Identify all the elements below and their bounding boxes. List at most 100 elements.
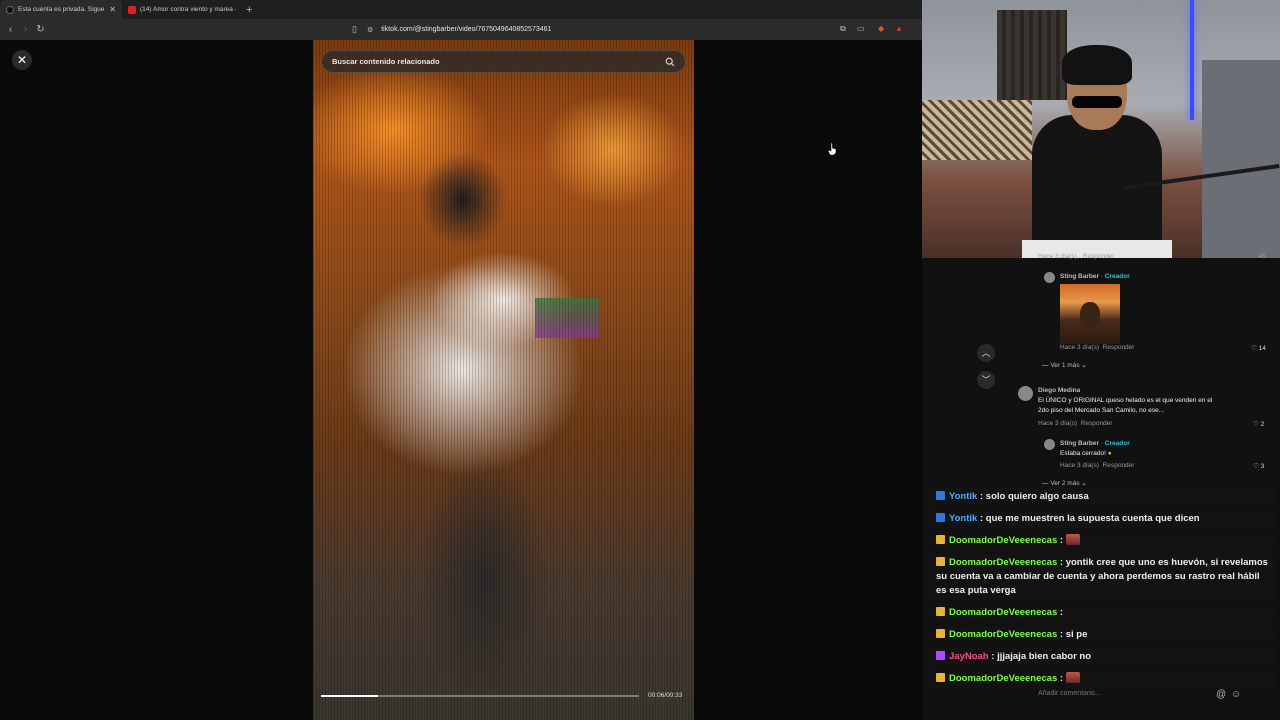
tab-youtube[interactable]: (14) Amor contra viento y marea - Tr <box>122 0 242 19</box>
chat-username[interactable]: DoomadorDeVeeenecas <box>949 673 1057 684</box>
like-count[interactable]: ♡ 2 <box>1253 420 1264 428</box>
comment-meta: Hace 3 día(s) · Responder <box>1038 253 1115 260</box>
chat-separator: : <box>1057 535 1066 546</box>
chevron-down-icon[interactable]: ﹀ <box>977 371 995 389</box>
like-count[interactable]: ♡ 3 <box>1253 462 1264 470</box>
tiktok-viewer: ✕ Buscar contenido relacionado 00:06/00:… <box>0 40 922 720</box>
view-more-replies[interactable]: — Ver 2 más ⌄ <box>1042 479 1087 487</box>
related-search-input[interactable]: Buscar contenido relacionado <box>321 50 686 73</box>
comment-input-bar[interactable]: Añadir comentario... @ ☺ <box>922 688 1280 704</box>
search-icon[interactable] <box>665 57 675 67</box>
reply-meta: Hace 3 día(s) Responder <box>1060 462 1135 469</box>
chat-badge-icon <box>936 535 945 544</box>
brave-rewards-icon[interactable]: ▲ <box>895 24 903 33</box>
site-info-icon[interactable]: ⚙ <box>367 26 373 34</box>
chat-username[interactable]: DoomadorDeVeeenecas <box>949 607 1057 618</box>
chat-separator: : <box>1057 607 1064 618</box>
video-time: 00:06/00:33 <box>648 692 683 699</box>
reply-button[interactable]: Responder <box>1103 344 1135 351</box>
translate-icon[interactable]: ⧉ <box>840 24 846 34</box>
chat-message: DoomadorDeVeeenecas : <box>930 670 1276 688</box>
chat-text: que me muestren la supuesta cuenta que d… <box>985 513 1200 524</box>
chat-username[interactable]: JayNoah <box>949 651 989 662</box>
webcam-feed <box>922 0 1280 258</box>
chat-message: DoomadorDeVeeenecas : <box>930 532 1276 550</box>
chat-badge-icon <box>936 607 945 616</box>
reply-meta: Hace 3 día(s) Responder <box>1060 344 1135 351</box>
search-placeholder: Buscar contenido relacionado <box>332 57 440 66</box>
like-count[interactable]: 46 <box>1258 253 1265 260</box>
youtube-favicon-icon <box>128 5 136 14</box>
reply-sting-barber: Sting Barber · Creador <box>1060 273 1130 280</box>
chat-badge-icon <box>936 673 945 682</box>
screen: Esta cuenta es privada. Sigue ✕ (14) Amo… <box>0 0 1280 720</box>
chat-badge-icon <box>936 629 945 638</box>
cast-icon[interactable]: ▭ <box>857 24 865 33</box>
browser-tab-bar: Esta cuenta es privada. Sigue ✕ (14) Amo… <box>0 0 922 19</box>
forward-icon[interactable]: › <box>18 24 33 35</box>
stream-chat: Yontik : solo quiero algo causa Yontik : … <box>930 488 1276 692</box>
chat-message: Yontik : solo quiero algo causa <box>930 488 1276 506</box>
chevron-up-icon[interactable]: ︿ <box>977 344 995 362</box>
emoji-icon[interactable]: ☺ <box>1231 689 1241 700</box>
comment-text: Estaba cerrado! ● <box>1060 450 1112 457</box>
avatar[interactable] <box>1044 439 1055 450</box>
chat-separator: : <box>1057 673 1066 684</box>
chat-message: DoomadorDeVeeenecas : si pe <box>930 626 1276 644</box>
comment-meta: Hace 3 día(s) Responder <box>1038 420 1113 427</box>
chat-message: DoomadorDeVeeenecas : yontik cree que un… <box>930 554 1276 600</box>
address-bar[interactable]: ▯ ⚙ tiktok.com/@stingbarber/video/767504… <box>352 21 912 38</box>
chat-text: si pe <box>1065 629 1088 640</box>
sunglasses <box>1072 96 1122 108</box>
avatar[interactable] <box>1044 272 1055 283</box>
bed <box>922 100 1032 160</box>
chat-username[interactable]: DoomadorDeVeeenecas <box>949 535 1057 546</box>
chat-text: jjjajaja bien cabor no <box>997 651 1092 662</box>
led-strip <box>1190 0 1194 120</box>
bookmark-icon[interactable]: ▯ <box>352 24 357 35</box>
reply-button[interactable]: Responder <box>1081 420 1113 427</box>
video-progress-fill <box>321 695 379 697</box>
chat-message: JayNoah : jjjajaja bien cabor no <box>930 648 1276 666</box>
video-scanlines <box>313 40 694 720</box>
view-more-replies[interactable]: — Ver 1 más ⌄ <box>1042 361 1087 369</box>
chat-badge-icon <box>936 491 945 500</box>
reply-sting-barber: Sting Barber · Creador <box>1060 440 1130 447</box>
tab-title: (14) Amor contra viento y marea - Tr <box>140 6 236 13</box>
avatar[interactable] <box>1018 386 1033 401</box>
video-player[interactable] <box>313 40 694 720</box>
chat-username[interactable]: Yontik <box>949 513 977 524</box>
add-comment-placeholder: Añadir comentario... <box>1038 690 1101 697</box>
tiktok-favicon-icon <box>6 5 14 14</box>
tab-title: Esta cuenta es privada. Sigue <box>18 6 105 13</box>
video-progress-bar[interactable] <box>321 695 639 697</box>
close-icon[interactable]: ✕ <box>12 50 32 70</box>
chat-message: DoomadorDeVeeenecas : <box>930 604 1276 622</box>
chat-emote-icon <box>1065 534 1080 545</box>
back-icon[interactable]: ‹ <box>3 24 18 35</box>
curtain <box>997 10 1067 100</box>
like-count[interactable]: ♡ 14 <box>1251 344 1266 352</box>
reply-button[interactable]: Responder <box>1103 462 1135 469</box>
cabinet <box>1202 60 1280 258</box>
chat-text: solo quiero algo causa <box>985 491 1089 502</box>
chat-badge-icon <box>936 557 945 566</box>
chat-emote-icon <box>1065 672 1080 683</box>
comment-diego: Diego Medina <box>1038 387 1081 394</box>
close-tab-icon[interactable]: ✕ <box>109 5 116 14</box>
chat-badge-icon <box>936 651 945 660</box>
chat-username[interactable]: Yontik <box>949 491 977 502</box>
reload-icon[interactable]: ↻ <box>33 24 48 35</box>
mention-icon[interactable]: @ <box>1216 689 1226 700</box>
chat-separator: : <box>1057 629 1066 640</box>
chat-username[interactable]: DoomadorDeVeeenecas <box>949 629 1057 640</box>
new-tab-button[interactable]: + <box>246 4 252 16</box>
streamer-hair <box>1062 45 1132 85</box>
url-text: tiktok.com/@stingbarber/video/7675049640… <box>381 26 552 33</box>
comment-text: El ÚNICO y ORIGINAL queso helado es el q… <box>1038 397 1213 404</box>
chat-separator: : <box>988 651 998 662</box>
tab-tiktok[interactable]: Esta cuenta es privada. Sigue ✕ <box>0 0 122 19</box>
brave-shield-icon[interactable]: ◆ <box>878 24 884 33</box>
chat-separator: : <box>977 491 986 502</box>
chat-username[interactable]: DoomadorDeVeeenecas <box>949 557 1057 568</box>
